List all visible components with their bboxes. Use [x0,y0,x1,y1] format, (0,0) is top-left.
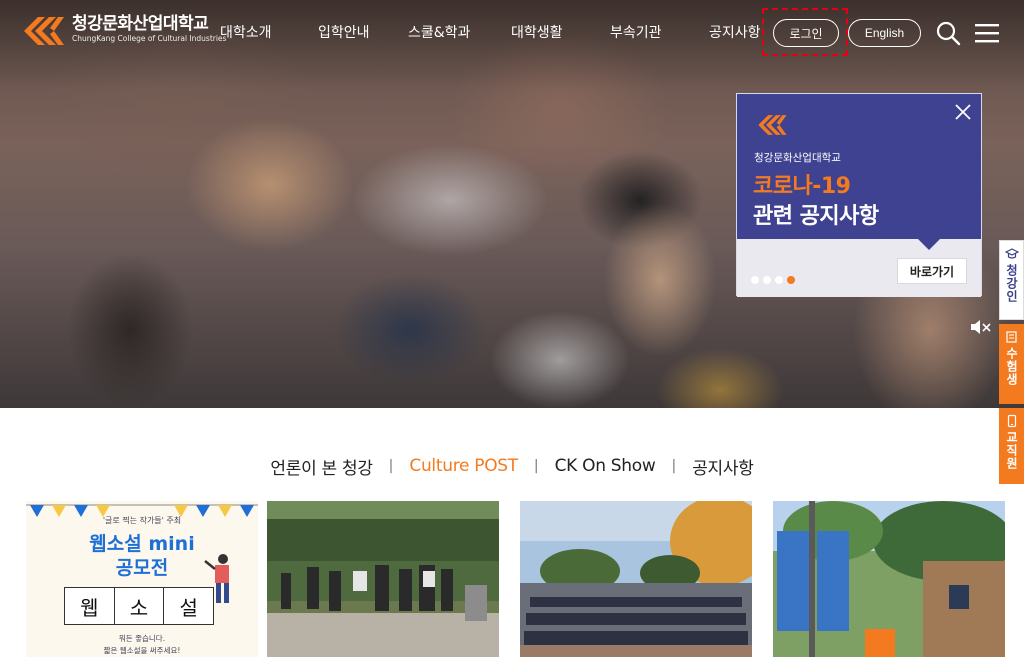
popup-title-line2: 관련 공지사항 [753,204,879,229]
campus-banner-photo [773,501,1005,657]
english-button[interactable]: English [848,19,921,47]
popup-pagination [751,276,795,284]
pencil-note-icon [1005,331,1017,343]
login-button[interactable]: 로그인 [773,19,839,47]
quick-menu: 청강인 수험생 교직원 [999,240,1024,484]
nav-affiliates[interactable]: 부속기관 [610,22,662,42]
tab-notice[interactable]: 공지사항 [692,454,754,479]
tab-culture-post[interactable]: Culture POST [409,456,518,476]
tab-ck-on-show[interactable]: CK On Show [555,456,656,476]
hamburger-menu-icon [975,24,999,43]
graduation-cap-icon [1004,248,1019,259]
poster-tiny-text-2: 짧은 웹소설을 써주세요! [103,646,181,655]
nav-campus-life[interactable]: 대학생활 [511,22,563,42]
outdoor-show-photo [520,501,752,657]
sound-toggle-button[interactable] [969,317,993,337]
quick-tab-members[interactable]: 청강인 [999,240,1024,320]
popup-title-line1: 코로나-19 [753,174,851,199]
nav-about[interactable]: 대학소개 [220,22,272,42]
popup-dot-2[interactable] [763,276,771,284]
covid-notice-popup: 청강문화산업대학교 코로나-19 관련 공지사항 바로가기 [736,93,982,297]
menu-button[interactable] [973,20,1001,46]
popup-school-name: 청강문화산업대학교 [754,152,841,164]
tab-separator: | [533,458,539,474]
campus-walk-photo [267,501,499,657]
post-thumbnail-outdoor-show[interactable] [520,501,752,657]
quick-tab-applicants-label: 수험생 [1004,347,1019,386]
post-thumbnail-webnovel[interactable]: '글로 찍는 작가들' 주최 웹소설 mini 공모전 웹 소 설 뭐든 좋습니… [26,501,258,657]
poster-tiny-text-1: 뭐든 좋습니다. [118,634,166,643]
popup-ck-logo-icon [758,115,787,135]
poster-word-grid: 웹 소 설 [64,587,214,625]
search-icon [936,21,961,46]
tab-press[interactable]: 언론이 본 청강 [270,454,373,479]
popup-speech-notch [917,238,941,250]
poster-cell: 소 [115,588,165,624]
tab-separator: | [671,458,677,474]
search-button[interactable] [935,20,961,46]
nav-schools[interactable]: 스쿨&학과 [408,22,470,42]
poster-illustration-figure [204,554,229,603]
phone-icon [1007,414,1016,428]
quick-tab-members-label: 청강인 [1004,264,1019,303]
poster-cell: 웹 [65,588,115,624]
tab-separator: | [388,458,394,474]
poster-subtitle: '글로 찍는 작가들' 주최 [102,516,182,525]
popup-dot-1[interactable] [751,276,759,284]
close-icon [955,104,971,120]
sound-mute-icon [971,320,991,334]
popup-dot-3[interactable] [775,276,783,284]
popup-go-button[interactable]: 바로가기 [897,258,967,284]
content-tabs: 언론이 본 청강 | Culture POST | CK On Show | 공… [0,454,1024,479]
quick-tab-applicants[interactable]: 수험생 [999,324,1024,404]
popup-dot-4[interactable] [787,276,795,284]
nav-admission[interactable]: 입학안내 [318,22,370,42]
site-header: 청강문화산업대학교 ChungKang College of Cultural … [0,0,1024,66]
nav-notice[interactable]: 공지사항 [709,22,761,42]
popup-close-button[interactable] [953,102,973,122]
post-thumbnail-campus-banner[interactable] [773,501,1005,657]
post-thumbnail-campus-walk[interactable] [267,501,499,657]
